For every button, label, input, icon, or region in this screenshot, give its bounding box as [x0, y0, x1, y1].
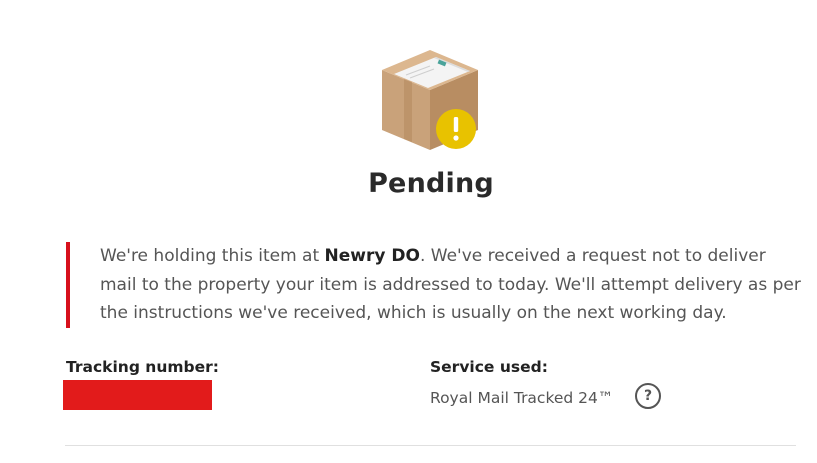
tracking-status-page: Pending We're holding this item at Newry… [0, 0, 817, 463]
section-divider [65, 445, 796, 446]
tracking-number-label: Tracking number: [66, 358, 219, 376]
service-used-value: Royal Mail Tracked 24™ [430, 389, 614, 407]
message-text-start: We're holding this item at [100, 246, 325, 266]
tracking-number-redacted [63, 380, 212, 410]
status-message: We're holding this item at Newry DO. We'… [66, 242, 806, 328]
help-question-icon[interactable]: ? [635, 383, 661, 409]
service-used-label: Service used: [430, 358, 548, 376]
status-title: Pending [368, 168, 494, 199]
delivery-office-name: Newry DO [324, 246, 420, 266]
parcel-pending-icon [382, 50, 478, 150]
